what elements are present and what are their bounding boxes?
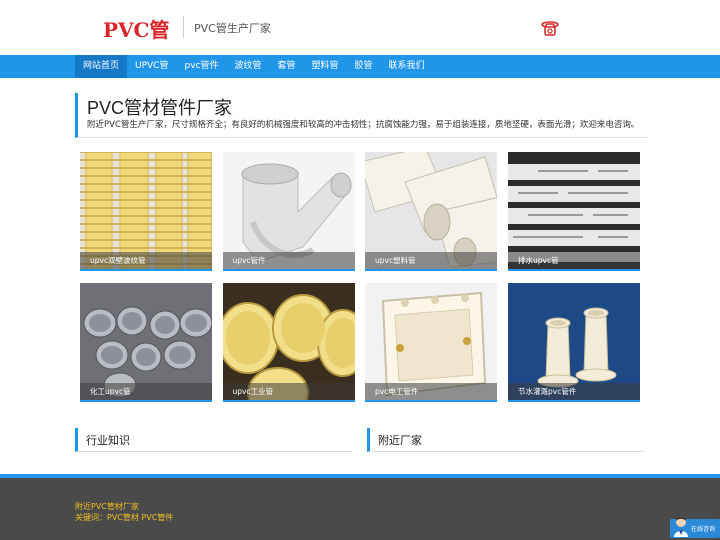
footer-keywords: 关键词：PVC管材 PVC管件 xyxy=(75,513,174,522)
product-card[interactable]: upvc工业管 xyxy=(222,283,355,402)
nav-item[interactable]: 套管 xyxy=(270,55,304,78)
site-slogan: PVC管生产厂家 xyxy=(194,22,271,35)
section-industry-knowledge: 行业知识 xyxy=(75,428,352,452)
intro-block: PVC管材管件厂家 附近PVC管生产厂家，尺寸规格齐全；有良好的机械强度和较高的… xyxy=(75,93,647,138)
product-card[interactable]: upvc塑料管 xyxy=(365,152,497,271)
nav-item[interactable]: UPVC管 xyxy=(127,55,176,78)
product-card[interactable]: 化工upvc管 xyxy=(80,283,212,402)
section-nearby-factories: 附近厂家 xyxy=(367,428,644,452)
product-card[interactable]: 排水upvc管 xyxy=(508,152,640,271)
site-logo[interactable]: PVC管 xyxy=(103,14,169,43)
product-caption[interactable]: upvc管件 xyxy=(222,252,355,269)
product-card[interactable]: pvc电工管件 xyxy=(365,283,497,402)
product-caption[interactable]: upvc双壁波纹管 xyxy=(80,252,212,269)
nav-item[interactable]: 塑料管 xyxy=(304,55,347,78)
product-card[interactable]: upvc双壁波纹管 xyxy=(80,152,212,271)
product-card[interactable]: 节水灌溉pvc管件 xyxy=(508,283,640,402)
nav-item[interactable]: 网站首页 xyxy=(75,55,128,78)
section-title[interactable]: 行业知识 xyxy=(86,432,130,448)
main-nav: 网站首页 UPVC管 pvc管件 波纹管 套管 塑料管 胶管 联系我们 xyxy=(0,55,720,78)
product-caption[interactable]: upvc工业管 xyxy=(222,383,355,400)
nav-item[interactable]: 胶管 xyxy=(347,55,381,78)
online-chat-button[interactable]: 在线咨询 xyxy=(670,517,720,538)
footer-site-name[interactable]: 附近PVC管材厂家 xyxy=(75,501,139,512)
logo-divider xyxy=(183,16,184,38)
agent-avatar-icon xyxy=(674,517,688,537)
header: PVC管 PVC管生产厂家 xyxy=(0,0,720,55)
product-caption[interactable]: 排水upvc管 xyxy=(508,252,640,269)
page-title: PVC管材管件厂家 xyxy=(87,98,233,118)
product-caption[interactable]: upvc塑料管 xyxy=(365,252,497,269)
product-caption[interactable]: 节水灌溉pvc管件 xyxy=(508,383,640,400)
product-caption[interactable]: pvc电工管件 xyxy=(365,383,497,400)
phone-icon[interactable] xyxy=(540,19,560,37)
chat-label: 在线咨询 xyxy=(691,526,716,533)
nav-item[interactable]: pvc管件 xyxy=(176,55,226,78)
nav-item[interactable]: 联系我们 xyxy=(381,55,433,78)
footer: 附近PVC管材厂家 关键词：PVC管材 PVC管件 xyxy=(0,478,720,540)
nav-item[interactable]: 波纹管 xyxy=(226,55,269,78)
intro-description: 附近PVC管生产厂家，尺寸规格齐全；有良好的机械强度和较高的冲击韧性；抗腐蚀能力… xyxy=(87,120,640,130)
product-card[interactable]: upvc管件 xyxy=(222,152,355,271)
product-caption[interactable]: 化工upvc管 xyxy=(80,383,212,400)
section-title[interactable]: 附近厂家 xyxy=(378,432,422,448)
